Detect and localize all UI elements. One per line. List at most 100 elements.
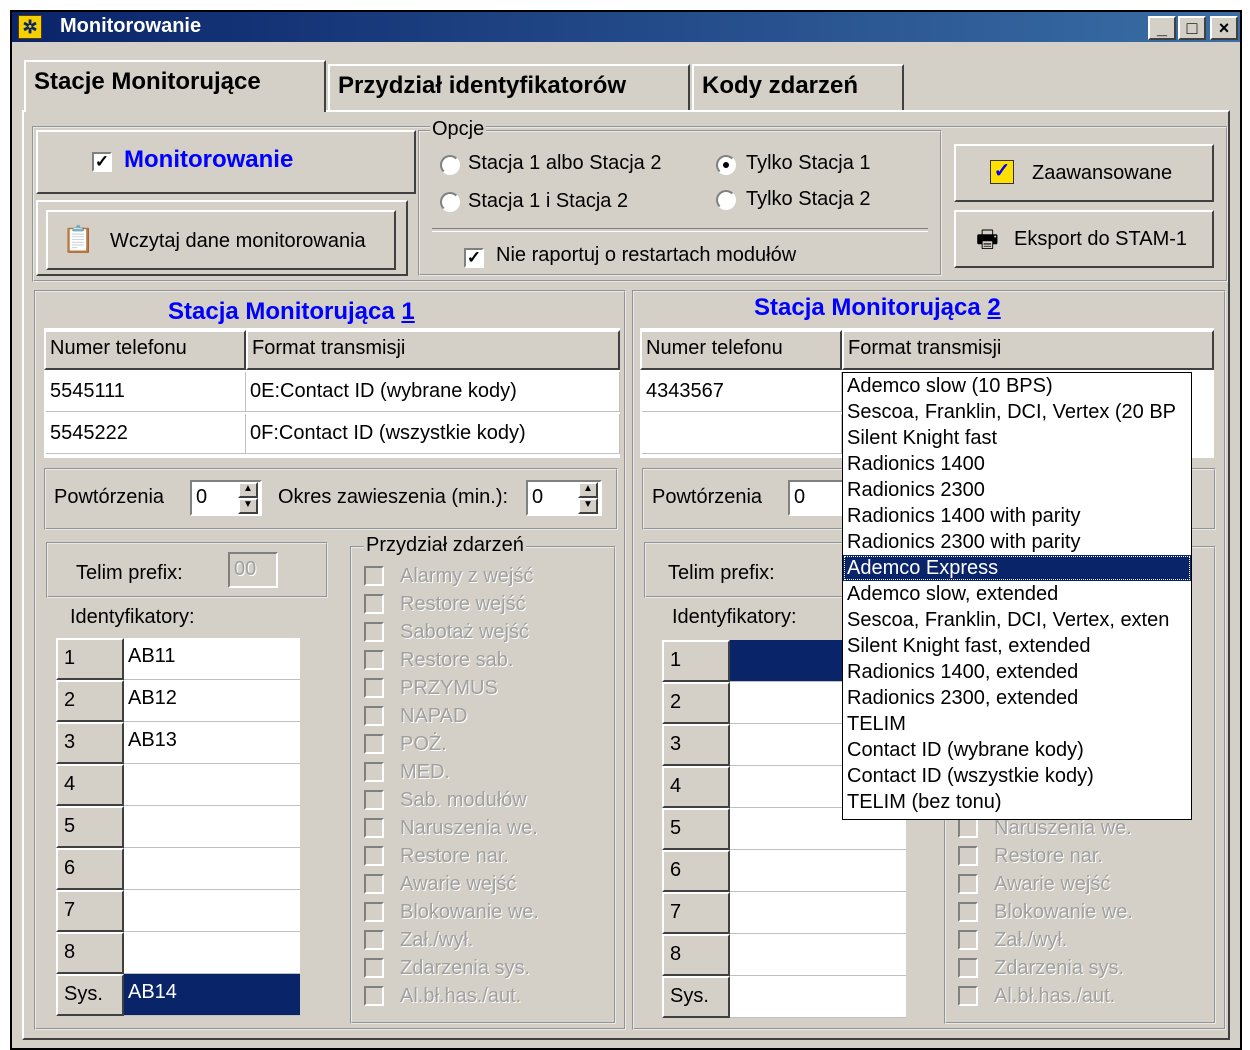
id-field[interactable] — [124, 848, 300, 890]
repeats-spinner[interactable]: 0 — [788, 480, 844, 516]
radio-stacja1-albo-stacja2[interactable] — [440, 155, 460, 175]
tab-kody-zdarzen[interactable]: Kody zdarzeń — [692, 64, 904, 110]
no-restart-checkbox[interactable]: ✓ — [464, 248, 484, 268]
dropdown-item[interactable]: TELIM (bez tonu) — [843, 789, 1191, 815]
monitoring-checkbox[interactable]: ✓ — [92, 152, 112, 172]
event-label: POŻ. — [400, 733, 447, 755]
id-field[interactable] — [124, 806, 300, 848]
id-field[interactable] — [730, 934, 906, 976]
event-checkbox[interactable] — [958, 818, 978, 838]
id-field[interactable]: AB11 — [124, 638, 300, 680]
phone-cell[interactable]: 5545222 — [46, 414, 246, 454]
app-icon[interactable]: ✲ — [18, 15, 42, 39]
telim-label: Telim prefix: — [668, 562, 775, 584]
radio-label[interactable]: Stacja 1 albo Stacja 2 — [468, 152, 661, 175]
event-label: Alarmy z wejść — [400, 565, 534, 587]
event-checkbox[interactable] — [364, 986, 384, 1006]
dropdown-item[interactable]: Ademco slow, extended — [843, 581, 1191, 607]
format-cell[interactable]: 0F:Contact ID (wszystkie kody) — [246, 414, 620, 454]
title-bar[interactable]: Monitorowanie — [12, 12, 1240, 42]
id-field[interactable] — [730, 976, 906, 1018]
event-checkbox[interactable] — [364, 734, 384, 754]
event-checkbox[interactable] — [364, 706, 384, 726]
format-cell[interactable]: 0E:Contact ID (wybrane kody) — [246, 372, 620, 412]
event-checkbox[interactable] — [958, 902, 978, 922]
repeats-spinner[interactable]: 0 ▲ ▼ — [190, 480, 262, 516]
id-field[interactable] — [124, 764, 300, 806]
close-button[interactable]: × — [1210, 16, 1238, 40]
suspend-spinner[interactable]: 0 ▲ ▼ — [526, 480, 602, 516]
format-dropdown-list[interactable]: Ademco slow (10 BPS) Sescoa, Franklin, DC… — [842, 372, 1192, 820]
radio-label[interactable]: Stacja 1 i Stacja 2 — [468, 190, 628, 213]
event-checkbox[interactable] — [364, 902, 384, 922]
spin-up-icon[interactable]: ▲ — [578, 482, 598, 498]
dropdown-item[interactable]: Silent Knight fast, extended — [843, 633, 1191, 659]
col-format-header[interactable]: Format transmisji — [842, 330, 1214, 370]
id-field[interactable] — [124, 890, 300, 932]
dropdown-item[interactable]: Radionics 1400, extended — [843, 659, 1191, 685]
event-checkbox[interactable] — [958, 986, 978, 1006]
maximize-button[interactable]: □ — [1178, 16, 1206, 40]
col-phone-header[interactable]: Numer telefonu — [640, 330, 842, 370]
dropdown-item[interactable]: Radionics 1400 with parity — [843, 503, 1191, 529]
no-restart-label[interactable]: Nie raportuj o restartach modułów — [496, 244, 796, 267]
load-monitoring-button[interactable]: 📋 Wczytaj dane monitorowania — [46, 210, 396, 270]
id-field[interactable] — [730, 892, 906, 934]
event-checkbox[interactable] — [364, 958, 384, 978]
id-field[interactable] — [124, 932, 300, 974]
event-checkbox[interactable] — [364, 678, 384, 698]
dropdown-item[interactable]: Radionics 2300 — [843, 477, 1191, 503]
dropdown-item[interactable]: Silent Knight fast — [843, 425, 1191, 451]
event-checkbox-row: PRZYMUS — [364, 674, 604, 702]
id-field[interactable]: AB14 — [124, 974, 300, 1016]
dropdown-item[interactable]: Radionics 2300 with parity — [843, 529, 1191, 555]
col-format-header[interactable]: Format transmisji — [246, 330, 620, 370]
radio-label[interactable]: Tylko Stacja 2 — [746, 188, 871, 211]
col-phone-header[interactable]: Numer telefonu — [44, 330, 246, 370]
dropdown-item[interactable]: Radionics 1400 — [843, 451, 1191, 477]
dropdown-item[interactable]: Ademco slow (10 BPS) — [843, 373, 1191, 399]
minimize-button[interactable]: _ — [1148, 16, 1176, 40]
export-button[interactable]: 🖶 Eksport do STAM-1 — [954, 210, 1214, 268]
event-label: Awarie wejść — [994, 873, 1111, 895]
tab-przydzial-identyfikatorow[interactable]: Przydział identyfikatorów — [328, 64, 690, 110]
telim-input[interactable]: 00 — [228, 552, 278, 588]
dropdown-item[interactable]: Contact ID (wybrane kody) — [843, 737, 1191, 763]
event-checkbox[interactable] — [364, 874, 384, 894]
id-field[interactable]: AB13 — [124, 722, 300, 764]
spin-down-icon[interactable]: ▼ — [238, 498, 258, 514]
event-checkbox[interactable] — [364, 818, 384, 838]
event-checkbox[interactable] — [364, 622, 384, 642]
spin-up-icon[interactable]: ▲ — [238, 482, 258, 498]
dropdown-item[interactable]: TELIM — [843, 711, 1191, 737]
phone-cell[interactable] — [642, 414, 842, 454]
event-checkbox[interactable] — [364, 594, 384, 614]
event-checkbox[interactable] — [364, 930, 384, 950]
event-checkbox[interactable] — [958, 958, 978, 978]
event-checkbox[interactable] — [958, 846, 978, 866]
id-field[interactable] — [730, 850, 906, 892]
radio-stacja1-i-stacja2[interactable] — [440, 192, 460, 212]
event-checkbox[interactable] — [958, 874, 978, 894]
event-checkbox[interactable] — [364, 790, 384, 810]
dropdown-item[interactable]: Contact ID (wszystkie kody) — [843, 763, 1191, 789]
dropdown-item[interactable]: Sescoa, Franklin, DCI, Vertex, exten — [843, 607, 1191, 633]
event-checkbox[interactable] — [364, 650, 384, 670]
advanced-button[interactable]: ✓ Zaawansowane — [954, 144, 1214, 202]
dropdown-item[interactable]: Radionics 2300, extended — [843, 685, 1191, 711]
tab-stacje-monitorujace[interactable]: Stacje Monitorujące — [24, 60, 326, 112]
event-checkbox[interactable] — [364, 846, 384, 866]
id-field[interactable]: AB12 — [124, 680, 300, 722]
event-checkbox[interactable] — [364, 762, 384, 782]
radio-tylko-stacja2[interactable] — [716, 190, 736, 210]
dropdown-item[interactable]: Sescoa, Franklin, DCI, Vertex (20 BP — [843, 399, 1191, 425]
phone-cell[interactable]: 4343567 — [642, 372, 842, 412]
monitoring-label[interactable]: Monitorowanie — [124, 146, 293, 174]
spin-down-icon[interactable]: ▼ — [578, 498, 598, 514]
radio-label[interactable]: Tylko Stacja 1 — [746, 152, 871, 175]
dropdown-item[interactable]: Ademco Express — [843, 555, 1191, 581]
radio-tylko-stacja1[interactable] — [716, 155, 736, 175]
event-checkbox[interactable] — [958, 930, 978, 950]
phone-cell[interactable]: 5545111 — [46, 372, 246, 412]
event-checkbox[interactable] — [364, 566, 384, 586]
